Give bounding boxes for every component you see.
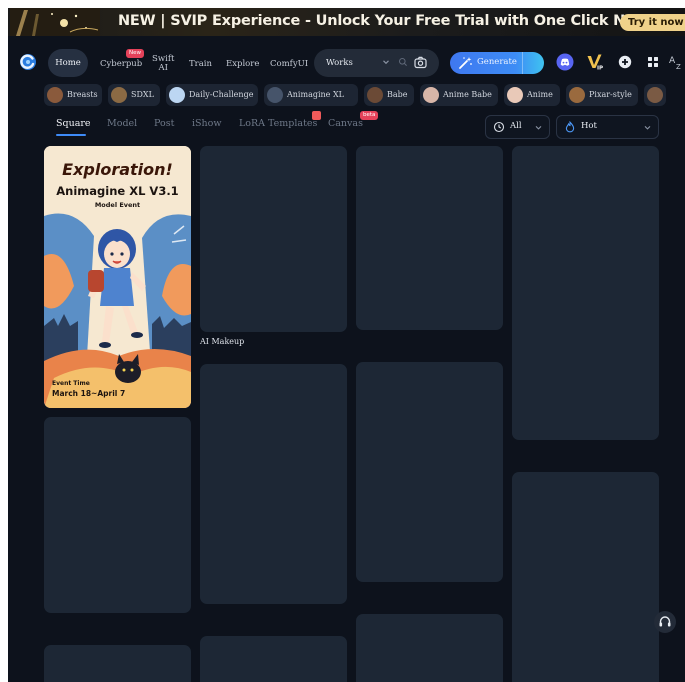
add-icon[interactable] (616, 53, 634, 71)
site-logo[interactable] (19, 53, 37, 71)
app-window: NEW | SVIP Experience - Unlock Your Free… (8, 8, 685, 682)
feed-card[interactable] (44, 417, 191, 613)
svg-text:A: A (669, 56, 676, 66)
chip-label: Breasts (67, 90, 98, 99)
generate-divider (522, 52, 523, 74)
chevron-down-icon (535, 126, 542, 130)
svg-text:IP: IP (597, 66, 603, 72)
search-scope-select[interactable]: Works (326, 58, 353, 68)
chip-pixar-style[interactable]: Pixar-style (566, 84, 638, 106)
chip-more[interactable] (644, 84, 666, 106)
nav-cyberpub[interactable]: Cyberpub (100, 59, 142, 69)
feed-card[interactable] (200, 636, 347, 682)
image-search-icon[interactable] (413, 55, 428, 70)
language-icon[interactable]: A Z (668, 53, 685, 71)
feed-card[interactable] (356, 146, 503, 330)
sort-value: Hot (581, 121, 597, 131)
chip-anime[interactable]: Anime (504, 84, 560, 106)
tab-square[interactable]: Square (56, 118, 91, 129)
chip-label: Anime Babe (443, 90, 492, 99)
generate-button[interactable]: Generate (450, 52, 544, 74)
banner-message: NEW | SVIP Experience - Unlock Your Free… (118, 13, 655, 29)
nav-comfyui[interactable]: ComfyUI (270, 59, 308, 69)
headset-icon (659, 616, 671, 627)
chip-sdxl[interactable]: SDXL (108, 84, 160, 106)
nav-swift-ai-line2: AI (158, 63, 168, 73)
time-filter-dropdown[interactable]: All (485, 115, 550, 139)
magic-wand-icon (459, 57, 472, 69)
chip-avatar (507, 87, 523, 103)
discord-icon[interactable] (556, 53, 574, 71)
try-it-now-button[interactable]: Try it now » (620, 14, 685, 31)
chip-avatar (367, 87, 383, 103)
poster-title: Exploration! (62, 160, 173, 179)
hot-badge-icon (312, 111, 321, 120)
poster-subtitle: Animagine XL V3.1 (56, 184, 179, 198)
topic-chips: Breasts SDXL Daily-Challenge Animagine X… (44, 84, 685, 106)
feed-card[interactable] (200, 146, 347, 332)
nav-home[interactable]: Home (48, 49, 88, 77)
nav-explore[interactable]: Explore (226, 59, 259, 69)
tab-model[interactable]: Model (107, 118, 137, 129)
feed-card[interactable] (356, 614, 503, 682)
apps-grid-icon[interactable] (644, 53, 662, 71)
search-icon[interactable] (398, 57, 408, 67)
clock-icon (493, 121, 505, 133)
feed-card[interactable] (44, 645, 191, 682)
nav-swift-ai[interactable]: Swift AI (152, 55, 174, 73)
feed-card[interactable] (512, 472, 659, 682)
chevron-down-icon (644, 126, 651, 130)
chip-avatar (111, 87, 127, 103)
poster-event-label: Event Time (52, 380, 90, 387)
svg-text:Z: Z (676, 63, 681, 71)
chip-daily-challenge[interactable]: Daily-Challenge (166, 84, 258, 106)
chip-label: Daily-Challenge (189, 90, 254, 99)
sort-dropdown[interactable]: Hot (556, 115, 659, 139)
search-box[interactable]: Works (314, 49, 439, 77)
support-button[interactable] (654, 611, 676, 633)
time-filter-value: All (510, 121, 522, 131)
feed-card[interactable] (512, 146, 659, 440)
poster-event-dates: March 18~April 7 (52, 389, 126, 398)
chip-label: SDXL (131, 90, 154, 99)
chip-avatar (47, 87, 63, 103)
tab-ishow[interactable]: iShow (192, 118, 222, 129)
generate-label: Generate (477, 57, 517, 67)
feed-card[interactable] (356, 362, 503, 582)
chip-breasts[interactable]: Breasts (44, 84, 102, 106)
chip-avatar (267, 87, 283, 103)
flame-icon (565, 121, 575, 133)
tab-lora-templates[interactable]: LoRA Templates (239, 118, 317, 129)
beta-badge: beta (360, 111, 379, 120)
chip-anime-babe[interactable]: Anime Babe (420, 84, 498, 106)
chip-avatar (169, 87, 185, 103)
promo-banner[interactable]: NEW | SVIP Experience - Unlock Your Free… (8, 8, 685, 36)
nav-train[interactable]: Train (189, 59, 212, 69)
tab-post[interactable]: Post (154, 118, 174, 129)
banner-artwork (10, 8, 100, 36)
chip-label: Anime (527, 90, 553, 99)
top-nav: Home Cyberpub New Swift AI Train Explore… (8, 41, 685, 81)
chip-babe[interactable]: Babe (364, 84, 414, 106)
chip-avatar (423, 87, 439, 103)
chip-animagine-xl[interactable]: Animagine XL (264, 84, 358, 106)
chevron-down-icon[interactable] (381, 57, 391, 67)
new-badge: New (126, 49, 144, 58)
card-caption[interactable]: AI Makeup (200, 337, 244, 346)
poster-tagline: Model Event (94, 201, 141, 209)
tab-canvas[interactable]: Canvas (328, 118, 363, 129)
active-tab-indicator (56, 134, 86, 136)
chip-avatar (647, 87, 663, 103)
chip-label: Babe (387, 90, 408, 99)
chip-label: Pixar-style (589, 90, 632, 99)
chip-avatar (569, 87, 585, 103)
event-poster-card[interactable]: Exploration! Animagine XL V3.1 Model Eve… (44, 146, 191, 408)
vip-icon[interactable]: IP (586, 53, 604, 71)
chip-label: Animagine XL (287, 90, 344, 99)
feed-card[interactable] (200, 364, 347, 604)
